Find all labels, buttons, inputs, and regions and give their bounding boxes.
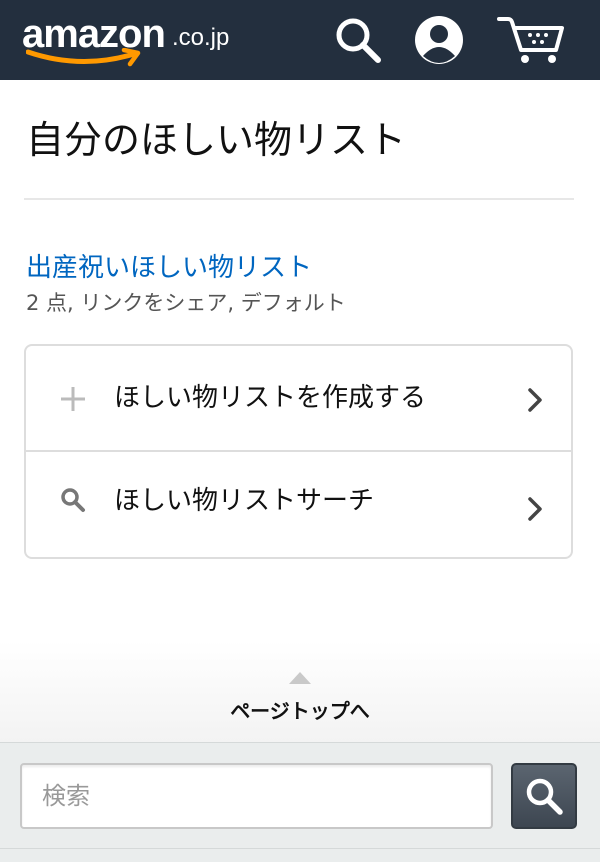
logo-tld: .co.jp — [172, 24, 230, 51]
header-search-button[interactable] — [332, 14, 384, 66]
search-input[interactable] — [20, 763, 493, 829]
search-wishlist-row[interactable]: ほしい物リストサーチ — [26, 453, 571, 559]
header-cart-button[interactable] — [496, 14, 566, 66]
wishlist-actions: ほしい物リストを作成する ほしい物リストサーチ — [24, 344, 573, 559]
create-wishlist-label: ほしい物リストを作成する — [114, 383, 427, 413]
smile-arrow-icon — [26, 48, 141, 67]
header-account-button[interactable] — [413, 14, 465, 66]
wishlist-name-link[interactable]: 出産祝いほしい物リスト — [26, 250, 312, 286]
search-icon — [526, 778, 563, 815]
search-icon — [61, 488, 85, 512]
caret-up-icon — [289, 672, 311, 684]
back-to-top[interactable]: ページトップへ — [0, 640, 600, 742]
title-divider — [24, 198, 574, 200]
chevron-right-icon — [528, 497, 542, 521]
plus-icon — [61, 387, 85, 411]
search-wishlist-label: ほしい物リストサーチ — [114, 486, 375, 516]
search-icon — [336, 18, 381, 63]
cart-icon — [497, 17, 564, 63]
page-title: 自分のほしい物リスト — [26, 118, 407, 162]
wishlist-meta: 2 点, リンクをシェア, デフォルト — [26, 291, 346, 315]
bottom-search-bar — [0, 742, 600, 862]
account-icon — [415, 16, 463, 64]
create-wishlist-row[interactable]: ほしい物リストを作成する — [26, 346, 571, 452]
search-submit-button[interactable] — [511, 763, 577, 829]
back-to-top-label: ページトップへ — [230, 699, 370, 723]
chevron-right-icon — [528, 388, 542, 412]
top-header: amazon .co.jp — [0, 0, 600, 80]
bottom-rule — [0, 848, 600, 849]
amazon-logo[interactable]: amazon .co.jp — [22, 10, 252, 72]
